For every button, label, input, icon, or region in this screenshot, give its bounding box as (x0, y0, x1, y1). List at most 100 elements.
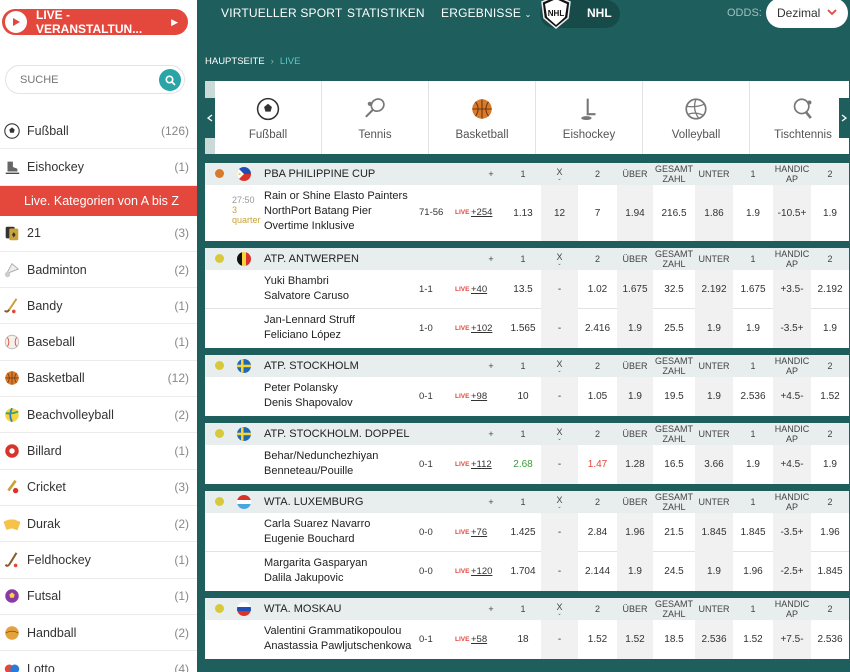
odd-cell-x[interactable]: - (541, 513, 578, 552)
odd-cell-x[interactable]: - (541, 270, 578, 309)
odd-cell-h2[interactable]: 2.536 (811, 620, 849, 659)
nav-results[interactable]: ERGEBNISSE ⌄ (441, 6, 531, 20)
odd-cell-two[interactable]: 1.05 (578, 377, 617, 416)
sidebar-item-handball[interactable]: Handball (2) (0, 615, 197, 652)
match-row[interactable]: 27:50 3 quarter Rain or Shine Elasto Painte… (205, 185, 849, 241)
odd-cell-handicap[interactable]: -3.5+ (773, 513, 811, 552)
odd-cell-over[interactable]: 1.675 (617, 270, 653, 309)
sidebar-item-futsal[interactable]: Futsal (1) (0, 579, 197, 615)
breadcrumb-home[interactable]: HAUPTSEITE (205, 56, 265, 67)
tabs-scroll-right-button[interactable] (839, 81, 849, 154)
column-header-x[interactable]: X ⌄ (541, 248, 578, 270)
odd-cell-h2[interactable]: 1.845 (811, 552, 849, 591)
odd-cell-total[interactable]: 25.5 (653, 309, 695, 348)
tab-volleyball[interactable]: Volleyball (643, 81, 750, 154)
more-markets-link[interactable]: +76 (471, 527, 487, 538)
sidebar-item-eishockey[interactable]: Eishockey (1) (0, 149, 197, 186)
odd-cell-x[interactable]: - (541, 309, 578, 348)
match-row[interactable]: Jan-Lennard Struff Feliciano López 1-0 LIVE… (205, 309, 849, 348)
odd-cell-under[interactable]: 1.86 (695, 185, 733, 241)
odd-cell-over[interactable]: 1.28 (617, 445, 653, 484)
sidebar-item-billard[interactable]: Billard (1) (0, 433, 197, 470)
odd-cell-one[interactable]: 1.13 (505, 185, 541, 241)
league-header[interactable]: ATP. STOCKHOLM +1 X ⌄ 2 ÜBER GESAMT ZAHL UNTER 1… (205, 355, 849, 377)
odd-cell-over[interactable]: 1.9 (617, 377, 653, 416)
league-header[interactable]: ATP. STOCKHOLM. DOPPEL +1 X ⌄ 2 ÜBER GESAMT ZA… (205, 423, 849, 445)
odd-cell-one[interactable]: 1.425 (505, 513, 541, 552)
tab-eishockey[interactable]: Eishockey (536, 81, 643, 154)
odd-cell-x[interactable]: 12 (541, 185, 578, 241)
odd-cell-h1[interactable]: 1.52 (733, 620, 773, 659)
nav-virtual-sport[interactable]: VIRTUELLER SPORT (221, 6, 342, 20)
odd-cell-h1[interactable]: 1.9 (733, 445, 773, 484)
odd-cell-total[interactable]: 24.5 (653, 552, 695, 591)
sidebar-item-durak[interactable]: Durak (2) (0, 506, 197, 543)
odd-cell-handicap[interactable]: +4.5- (773, 445, 811, 484)
odd-cell-x[interactable]: - (541, 445, 578, 484)
odd-cell-one[interactable]: 13.5 (505, 270, 541, 309)
odd-cell-one[interactable]: 18 (505, 620, 541, 659)
match-row[interactable]: Behar/Nedunchezhiyan Benneteau/Pouille 0-1… (205, 445, 849, 484)
odd-cell-one[interactable]: 2.68 (505, 445, 541, 484)
sidebar-item-21[interactable]: 21 (3) (0, 216, 197, 252)
odd-cell-over[interactable]: 1.9 (617, 309, 653, 348)
odd-cell-two[interactable]: 7 (578, 185, 617, 241)
odd-cell-total[interactable]: 216.5 (653, 185, 695, 241)
odd-cell-two[interactable]: 1.52 (578, 620, 617, 659)
league-header[interactable]: PBA PHILIPPINE CUP +1 X ⌄ 2 ÜBER GESAMT ZAHL UN… (205, 163, 849, 185)
odd-cell-total[interactable]: 19.5 (653, 377, 695, 416)
sidebar-item-lotto[interactable]: Lotto (4) (0, 651, 197, 672)
live-events-button[interactable]: LIVE -VERANSTALTUN... ▶ (2, 8, 188, 36)
tabs-scroll-left-button[interactable] (205, 81, 215, 154)
more-markets-link[interactable]: +98 (471, 391, 487, 402)
odd-cell-under[interactable]: 2.536 (695, 620, 733, 659)
odd-cell-total[interactable]: 21.5 (653, 513, 695, 552)
odd-cell-one[interactable]: 1.704 (505, 552, 541, 591)
odd-cell-over[interactable]: 1.94 (617, 185, 653, 241)
odd-cell-two[interactable]: 1.02 (578, 270, 617, 309)
odd-cell-h2[interactable]: 1.52 (811, 377, 849, 416)
odd-cell-x[interactable]: - (541, 377, 578, 416)
odd-cell-h2[interactable]: 1.9 (811, 185, 849, 241)
odd-cell-h1[interactable]: 1.9 (733, 185, 773, 241)
odd-cell-h2[interactable]: 1.9 (811, 445, 849, 484)
odd-cell-under[interactable]: 1.9 (695, 552, 733, 591)
more-markets-link[interactable]: +102 (471, 323, 492, 334)
tab-basketball[interactable]: Basketball (429, 81, 536, 154)
odd-cell-handicap[interactable]: +4.5- (773, 377, 811, 416)
odd-cell-two[interactable]: 2.84 (578, 513, 617, 552)
tab-tennis[interactable]: Tennis (322, 81, 429, 154)
odd-cell-handicap[interactable]: -10.5+ (773, 185, 811, 241)
more-markets-link[interactable]: +58 (471, 634, 487, 645)
odd-cell-h1[interactable]: 1.675 (733, 270, 773, 309)
sidebar-item-feldhockey[interactable]: Feldhockey (1) (0, 542, 197, 579)
odd-cell-two[interactable]: 2.416 (578, 309, 617, 348)
odd-cell-one[interactable]: 10 (505, 377, 541, 416)
column-header-x[interactable]: X ⌄ (541, 355, 578, 377)
match-row[interactable]: Yuki Bhambri Salvatore Caruso 1-1 LIVE +40 13… (205, 270, 849, 309)
match-row[interactable]: Peter Polansky Denis Shapovalov 0-1 LIVE +98… (205, 377, 849, 416)
column-header-x[interactable]: X ⌄ (541, 423, 578, 445)
odd-cell-handicap[interactable]: -2.5+ (773, 552, 811, 591)
tab-tischtennis[interactable]: Tischtennis (750, 81, 850, 154)
column-header-x[interactable]: X ⌄ (541, 598, 578, 620)
search-input[interactable] (20, 73, 150, 86)
odd-cell-h1[interactable]: 1.845 (733, 513, 773, 552)
sidebar-item-beachvolleyball[interactable]: Beachvolleyball (2) (0, 397, 197, 434)
more-markets-link[interactable]: +254 (471, 207, 492, 218)
sidebar-item-basketball[interactable]: Basketball (12) (0, 361, 197, 398)
more-markets-link[interactable]: +112 (471, 459, 492, 470)
odd-cell-handicap[interactable]: -3.5+ (773, 309, 811, 348)
odd-cell-handicap[interactable]: +3.5- (773, 270, 811, 309)
league-header[interactable]: WTA. MOSKAU +1 X ⌄ 2 ÜBER GESAMT ZAHL UNTER 1 HAN… (205, 598, 849, 620)
sidebar-item-badminton[interactable]: Badminton (2) (0, 252, 197, 289)
match-row[interactable]: Margarita Gasparyan Dalila Jakupovic 0-0 LI… (205, 552, 849, 591)
odd-cell-h1[interactable]: 2.536 (733, 377, 773, 416)
odds-format-select[interactable]: Dezimal (766, 0, 848, 28)
league-header[interactable]: WTA. LUXEMBURG +1 X ⌄ 2 ÜBER GESAMT ZAHL UNTER 1… (205, 491, 849, 513)
odd-cell-x[interactable]: - (541, 552, 578, 591)
sidebar-item-fußball[interactable]: Fußball (126) (0, 113, 197, 150)
odd-cell-x[interactable]: - (541, 620, 578, 659)
odd-cell-h1[interactable]: 1.9 (733, 309, 773, 348)
odd-cell-total[interactable]: 18.5 (653, 620, 695, 659)
